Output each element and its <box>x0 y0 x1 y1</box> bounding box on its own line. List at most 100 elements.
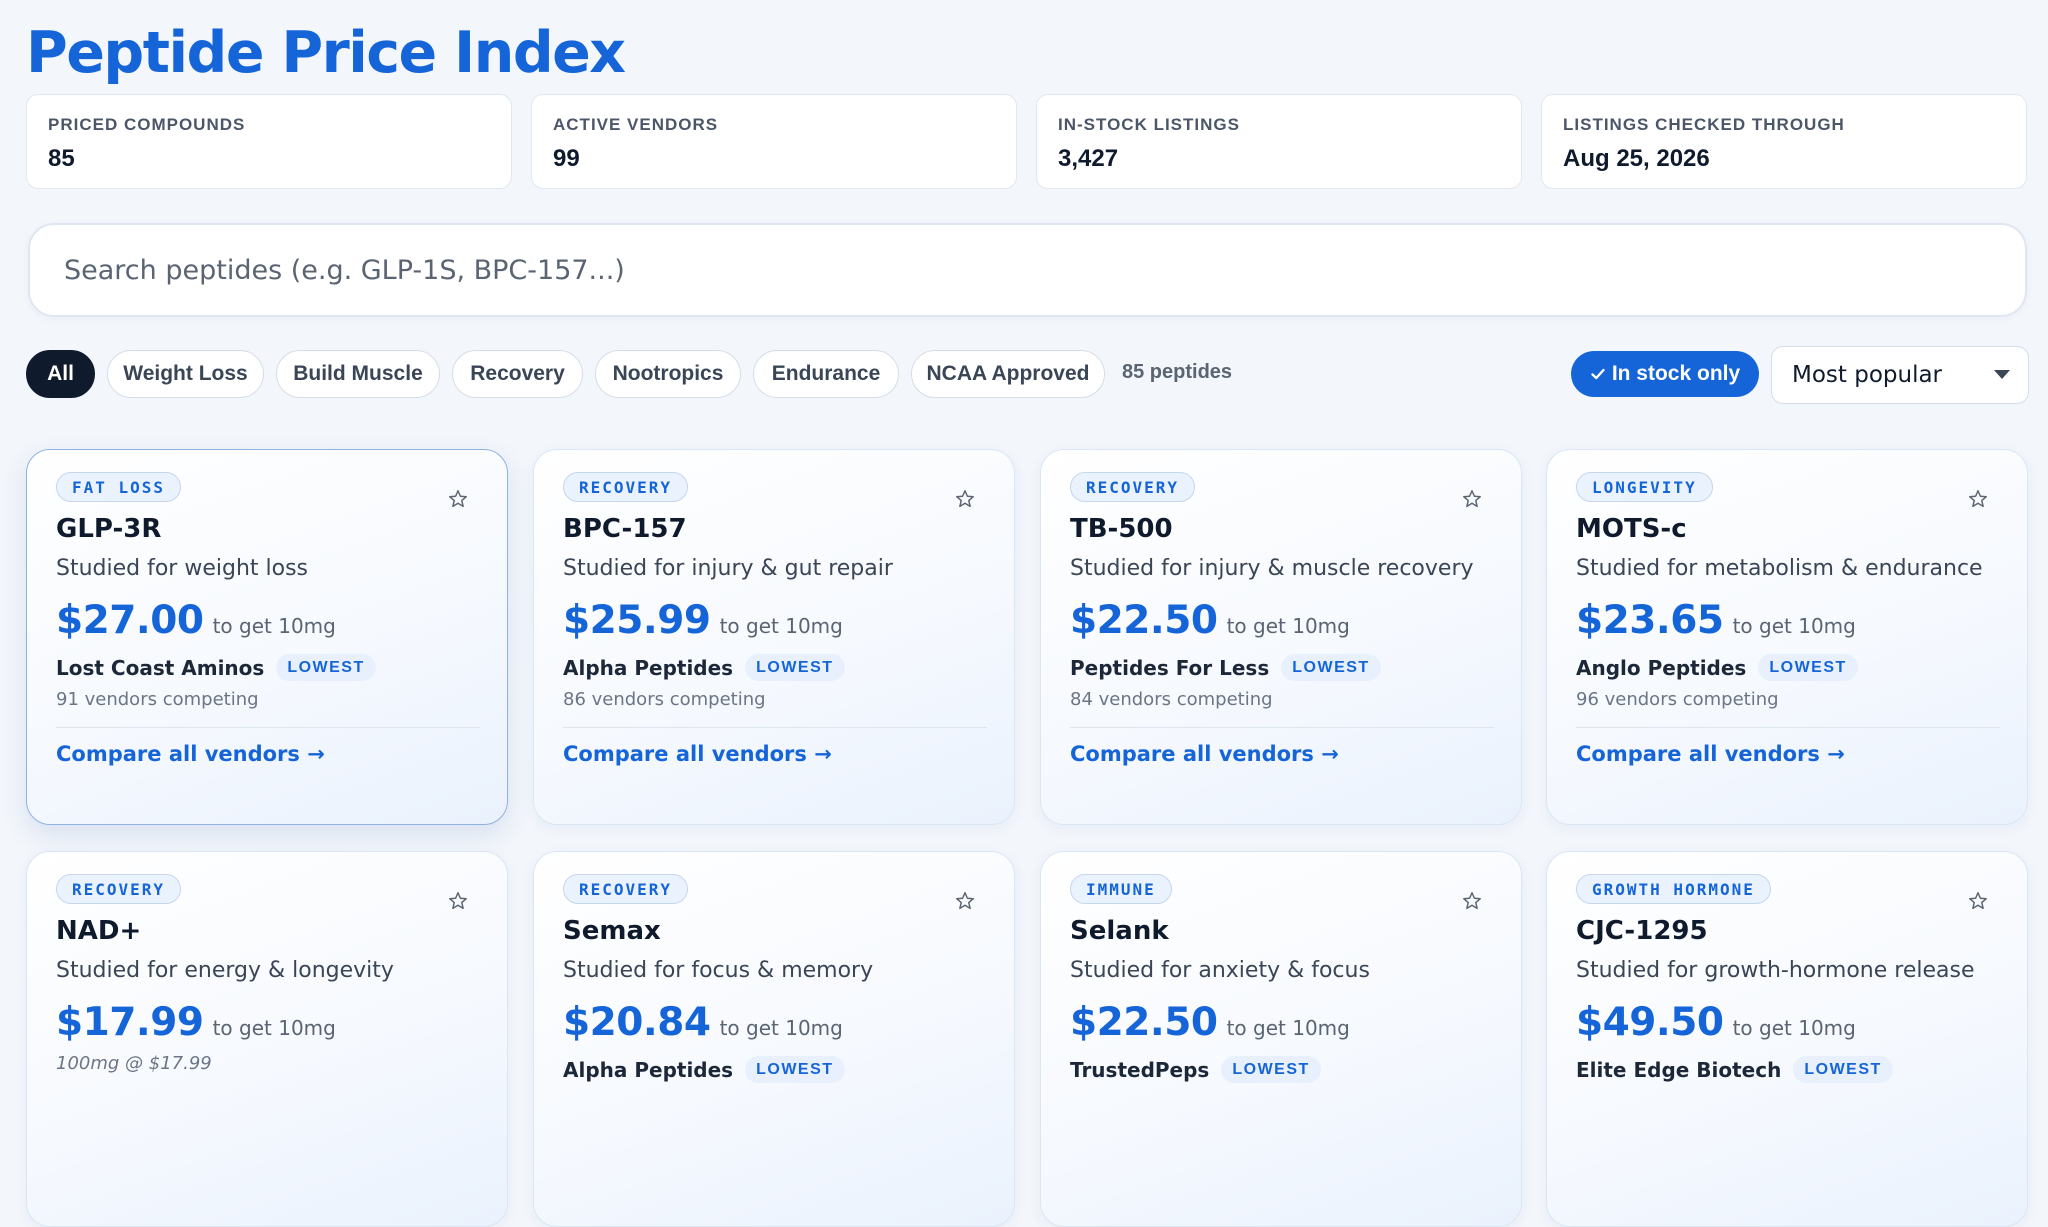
lowest-badge: LOWEST <box>1793 1056 1893 1083</box>
vendor-row: TrustedPeps LOWEST <box>1070 1056 1321 1083</box>
price-row: $22.50 to get 10mg <box>1070 598 1350 643</box>
price-unit: to get 10mg <box>1226 614 1350 638</box>
lowest-badge: LOWEST <box>745 654 845 681</box>
star-outline-icon[interactable] <box>954 488 976 510</box>
peptide-description: Studied for weight loss <box>56 556 309 581</box>
category-badge: FAT LOSS <box>56 472 182 502</box>
lowest-price: $49.50 <box>1576 1000 1724 1045</box>
price-unit: to get 10mg <box>1732 1016 1856 1040</box>
peptide-card[interactable]: RECOVERY TB-500 Studied for injury & mus… <box>1040 449 1522 825</box>
compare-vendors-link[interactable]: Compare all vendors → <box>1576 742 1845 766</box>
price-row: $27.00 to get 10mg <box>56 598 336 643</box>
peptide-name: BPC-157 <box>563 514 687 544</box>
peptide-description: Studied for anxiety & focus <box>1070 958 1370 983</box>
peptide-description: Studied for growth-hormone release <box>1576 958 1975 983</box>
compare-vendors-link[interactable]: Compare all vendors → <box>56 742 325 766</box>
peptide-name: Semax <box>563 916 661 946</box>
filter-chip-ncaa-approved[interactable]: NCAA Approved <box>911 350 1105 398</box>
stat-value: 99 <box>553 145 580 172</box>
category-badge: LONGEVITY <box>1576 472 1713 502</box>
peptide-description: Studied for energy & longevity <box>56 958 394 983</box>
lowest-badge: LOWEST <box>1758 654 1858 681</box>
vendor-name: Alpha Peptides <box>563 655 734 680</box>
price-unit: to get 10mg <box>1732 614 1856 638</box>
bulk-price-note: 100mg @ $17.99 <box>56 1053 212 1074</box>
peptide-card[interactable]: FAT LOSS GLP-3R Studied for weight loss … <box>26 449 508 825</box>
lowest-badge: LOWEST <box>276 654 376 681</box>
divider <box>1070 727 1494 728</box>
compare-vendors-link[interactable]: Compare all vendors → <box>563 742 832 766</box>
stat-in-stock-listings: IN-STOCK LISTINGS 3,427 <box>1036 94 1522 189</box>
vendor-name: TrustedPeps <box>1070 1057 1210 1082</box>
stat-label: ACTIVE VENDORS <box>553 115 719 134</box>
stat-priced-compounds: PRICED COMPOUNDS 85 <box>26 94 512 189</box>
peptide-name: Selank <box>1070 916 1169 946</box>
peptide-name: MOTS-c <box>1576 514 1687 544</box>
price-unit: to get 10mg <box>719 614 843 638</box>
filter-chip-endurance[interactable]: Endurance <box>753 350 899 398</box>
price-row: $23.65 to get 10mg <box>1576 598 1856 643</box>
stat-label: PRICED COMPOUNDS <box>48 115 246 134</box>
vendors-competing: 86 vendors competing <box>563 689 766 710</box>
vendor-row: Alpha Peptides LOWEST <box>563 1056 845 1083</box>
vendor-name: Peptides For Less <box>1070 655 1270 680</box>
stat-listings-checked: LISTINGS CHECKED THROUGH Aug 25, 2026 <box>1541 94 2027 189</box>
filter-chip-weight-loss[interactable]: Weight Loss <box>107 350 264 398</box>
vendors-competing: 96 vendors competing <box>1576 689 1779 710</box>
price-unit: to get 10mg <box>212 614 336 638</box>
sort-select[interactable]: Most popular <box>1771 346 2029 404</box>
peptide-card[interactable]: RECOVERY NAD+ Studied for energy & longe… <box>26 851 508 1227</box>
lowest-badge: LOWEST <box>1281 654 1381 681</box>
star-outline-icon[interactable] <box>1461 890 1483 912</box>
lowest-price: $22.50 <box>1070 1000 1218 1045</box>
vendor-row: Elite Edge Biotech LOWEST <box>1576 1056 1893 1083</box>
compare-vendors-link[interactable]: Compare all vendors → <box>1070 742 1339 766</box>
peptide-card[interactable]: IMMUNE Selank Studied for anxiety & focu… <box>1040 851 1522 1227</box>
in-stock-toggle[interactable]: In stock only <box>1571 351 1759 397</box>
category-badge: IMMUNE <box>1070 874 1172 904</box>
lowest-price: $22.50 <box>1070 598 1218 643</box>
price-unit: to get 10mg <box>719 1016 843 1040</box>
filter-chip-all[interactable]: All <box>26 350 95 398</box>
stat-label: LISTINGS CHECKED THROUGH <box>1563 115 1845 134</box>
price-row: $25.99 to get 10mg <box>563 598 843 643</box>
peptide-card[interactable]: GROWTH HORMONE CJC-1295 Studied for grow… <box>1546 851 2028 1227</box>
filter-chip-recovery[interactable]: Recovery <box>452 350 583 398</box>
price-unit: to get 10mg <box>1226 1016 1350 1040</box>
star-outline-icon[interactable] <box>954 890 976 912</box>
check-icon <box>1591 368 1605 380</box>
filter-chip-build-muscle[interactable]: Build Muscle <box>276 350 440 398</box>
sort-selected-value: Most popular <box>1792 362 1943 388</box>
category-badge: RECOVERY <box>563 874 689 904</box>
category-badge: RECOVERY <box>563 472 689 502</box>
page-title: Peptide Price Index <box>26 20 626 86</box>
divider <box>1576 727 2000 728</box>
vendors-competing: 91 vendors competing <box>56 689 259 710</box>
star-outline-icon[interactable] <box>1461 488 1483 510</box>
peptide-name: TB-500 <box>1070 514 1173 544</box>
peptide-card[interactable]: RECOVERY BPC-157 Studied for injury & gu… <box>533 449 1015 825</box>
divider <box>56 727 480 728</box>
vendor-row: Anglo Peptides LOWEST <box>1576 654 1858 681</box>
peptide-name: NAD+ <box>56 916 142 946</box>
star-outline-icon[interactable] <box>447 890 469 912</box>
vendor-row: Lost Coast Aminos LOWEST <box>56 654 376 681</box>
divider <box>563 727 987 728</box>
price-unit: to get 10mg <box>212 1016 336 1040</box>
star-outline-icon[interactable] <box>1967 890 1989 912</box>
stat-value: Aug 25, 2026 <box>1563 145 1710 172</box>
lowest-price: $25.99 <box>563 598 711 643</box>
results-count: 85 peptides <box>1122 361 1233 383</box>
peptide-name: CJC-1295 <box>1576 916 1708 946</box>
star-outline-icon[interactable] <box>1967 488 1989 510</box>
search-input[interactable] <box>28 223 2027 317</box>
star-outline-icon[interactable] <box>447 488 469 510</box>
peptide-card[interactable]: LONGEVITY MOTS-c Studied for metabolism … <box>1546 449 2028 825</box>
price-row: $22.50 to get 10mg <box>1070 1000 1350 1045</box>
vendor-name: Alpha Peptides <box>563 1057 734 1082</box>
vendors-competing: 84 vendors competing <box>1070 689 1273 710</box>
peptide-card[interactable]: RECOVERY Semax Studied for focus & memor… <box>533 851 1015 1227</box>
filter-chip-nootropics[interactable]: Nootropics <box>595 350 741 398</box>
lowest-price: $23.65 <box>1576 598 1724 643</box>
vendor-row: Alpha Peptides LOWEST <box>563 654 845 681</box>
